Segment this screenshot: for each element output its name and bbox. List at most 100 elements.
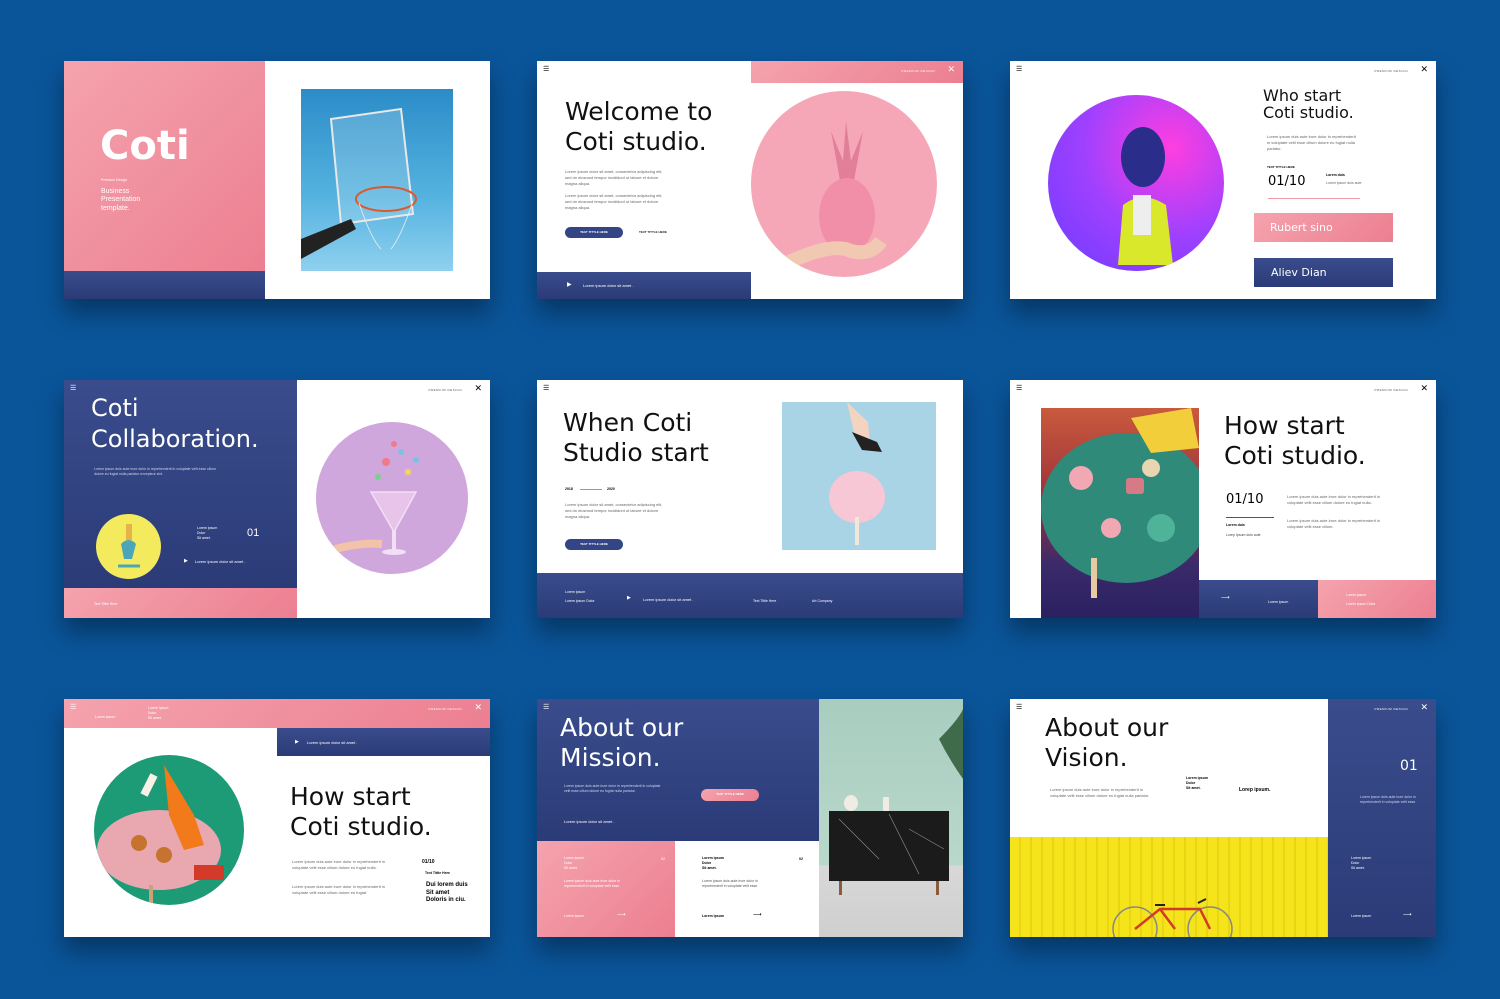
paragraph: Lorem ipsum duis aute irure dolor in rep… — [1267, 134, 1356, 151]
cover-desc: Business Presentation template. — [101, 188, 140, 213]
title-line-1: Coti — [91, 394, 139, 422]
caption: Lorem ipsum duis aute — [1326, 181, 1362, 185]
title-line-2: Coti studio. — [1224, 441, 1366, 470]
title-line-2: Studio start — [563, 438, 709, 467]
play-icon[interactable]: ▶ — [295, 739, 299, 745]
card1-footer: Lorem ipsum — [564, 914, 585, 918]
play-icon[interactable]: ▶ — [627, 595, 631, 601]
paragraph-2: Lorem ipsum dolor sit amet, consectetur … — [565, 193, 663, 210]
paragraph-2: Lorem ipsum duis aute irure dolor in rep… — [1287, 518, 1380, 529]
slide-title: About our Mission. — [560, 713, 683, 773]
close-icon[interactable]: ✕ — [947, 65, 955, 74]
footer-text-1: Lorem ipsum — [1268, 600, 1289, 604]
pink-button[interactable]: TEXT TITTLE HERE — [701, 789, 759, 801]
line-text: Lorem ipsum dolor sit amet . — [564, 819, 615, 824]
arrow-right-icon[interactable]: ⟶ — [1403, 911, 1412, 918]
paragraph-1: Lorem ipsum dolor sit amet, consectetur … — [565, 169, 663, 186]
bold-stack: Dui lorem duis Sit amet Doloris in ciu. — [426, 882, 468, 905]
card2-stack: Lorem ipsum Dolor Sit amet. — [702, 856, 724, 871]
paragraph: Lorem ipsum duis aute irure dolor in rep… — [1287, 494, 1380, 505]
right-stack: Lorem ipsum Dolor Sit amet. — [1351, 856, 1371, 871]
slide-4-collaboration[interactable]: ☰ PREMIUM DESIGN ✕ Coti Collaboration. L… — [64, 380, 490, 618]
paragraph: Lorem ipsum duis aute irure dolor in rep… — [564, 784, 661, 793]
slide-title: How start Coti studio. — [1224, 411, 1366, 471]
footer-text: Text Tittle Here — [94, 602, 118, 606]
slide-2-welcome[interactable]: ☰ PREMIUM DESIGN ✕ Welcome to Coti studi… — [537, 61, 963, 299]
divider — [1268, 198, 1360, 199]
menu-icon[interactable]: ☰ — [543, 66, 549, 73]
brand-label: PREMIUM DESIGN — [901, 69, 935, 73]
paragraph-1: Lorem ipsum duis aute irure dolor in rep… — [292, 859, 385, 870]
slide-1-cover[interactable]: Coti Premium Design Business Presentatio… — [64, 61, 490, 299]
label-2: Lorep Ipsum duis aute — [1226, 533, 1261, 537]
play-icon[interactable]: ▶ — [567, 281, 572, 288]
slide-7-how-start-2[interactable]: ☰ Lorem ipsum Lorem Ipsum Dolor Sit amet… — [64, 699, 490, 937]
title-line-2: Mission. — [560, 743, 661, 772]
brand-label: PREMIUM DESIGN — [428, 388, 462, 392]
slide-8-mission[interactable]: ☰ PREMIUM DESIGN ✕ About our Mission. Lo… — [537, 699, 963, 937]
slide-title: When Coti Studio start — [563, 408, 709, 468]
slide-5-when-start[interactable]: ☰ When Coti Studio start 2018 2020 Lorem… — [537, 380, 963, 618]
footer-label-1: Lorem ipsum — [565, 590, 586, 594]
menu-icon[interactable]: ☰ — [1016, 385, 1022, 392]
title-line-1: When Coti — [563, 408, 693, 437]
bold-label: Lorep ipsum. — [1239, 787, 1271, 793]
brand-label: PREMIUM DESIGN — [428, 707, 462, 711]
title-line-2: Coti studio. — [565, 127, 707, 156]
close-icon[interactable]: ✕ — [1420, 65, 1428, 74]
arrow-right-icon[interactable]: ⟶ — [753, 911, 762, 918]
close-icon[interactable]: ✕ — [474, 703, 482, 712]
card2-label: Sit amet. — [702, 865, 717, 870]
cabinet-illustration — [829, 709, 963, 895]
secondary-link[interactable]: TEXT TITTLE HERE — [639, 230, 667, 234]
year-line — [580, 489, 602, 490]
close-icon[interactable]: ✕ — [1420, 703, 1428, 712]
slide-6-how-start[interactable]: ☰ PREMIUM DESIGN ✕ How start Coti studio… — [1010, 380, 1436, 618]
slide-9-vision[interactable]: ☰ About our Vision. Lorem ipsum duis aut… — [1010, 699, 1436, 937]
primary-button[interactable]: TEXT TITTLE HERE — [565, 227, 623, 238]
top-stack: Lorem Ipsum Dolor Sit amet. — [148, 706, 168, 721]
card1-paragraph: Lorem ipsum duis aute irure dolor in rep… — [564, 879, 621, 888]
cover-title: Coti — [100, 123, 190, 169]
label-1: Lorem duis — [1226, 523, 1245, 527]
footer-bar — [537, 573, 963, 618]
footer-label-3: Text Tittle Here — [753, 599, 777, 603]
label-line: Sit amet. — [1186, 785, 1201, 790]
name-button-2[interactable]: Aliev Dian — [1254, 258, 1393, 287]
menu-icon[interactable]: ☰ — [1016, 704, 1022, 711]
slide-title: Coti Collaboration. — [91, 393, 259, 454]
slide-3-who-start[interactable]: ☰ PREMIUM DESIGN ✕ Who start Coti studio… — [1010, 61, 1436, 299]
footer-pink — [1318, 580, 1436, 618]
navy-panel — [1328, 699, 1436, 937]
paragraph: Lorem ipsum dolor sit amet, consectetur … — [565, 502, 663, 519]
close-icon[interactable]: ✕ — [1420, 384, 1428, 393]
title-line-1: How start — [1224, 411, 1345, 440]
cover-subtitle: Premium Design — [101, 178, 127, 182]
basketball-hoop-image — [301, 89, 453, 271]
menu-icon[interactable]: ☰ — [70, 385, 76, 392]
label: Text Tittle Here — [425, 871, 450, 875]
bold-line: Doloris in ciu. — [426, 897, 466, 903]
bicycle-illustration — [1112, 898, 1233, 937]
title-line-1: About our — [1045, 713, 1169, 742]
right-paragraph: Lorem ipsum duis aute irure dolor in rep… — [1360, 795, 1417, 804]
arrow-right-icon[interactable]: ⟶ — [1221, 594, 1230, 601]
text-label: TEXT TITTLE HERE — [1267, 165, 1295, 169]
card1-stack: Lorem ipsum Dolor Sit amet. — [564, 856, 584, 871]
menu-icon[interactable]: ☰ — [70, 704, 76, 711]
name-button-1[interactable]: Rubert sino — [1254, 213, 1393, 242]
paragraph: Lorem ipsum duis aute irure dolor in rep… — [94, 467, 216, 476]
title-line-2: Collaboration. — [91, 424, 259, 453]
lilac-circle-image — [316, 422, 468, 574]
right-label: Sit amet. — [1351, 865, 1365, 870]
top-pink-bar — [64, 699, 490, 728]
menu-icon[interactable]: ☰ — [543, 385, 549, 392]
menu-icon[interactable]: ☰ — [1016, 66, 1022, 73]
close-icon[interactable]: ✕ — [474, 384, 482, 393]
counter: 01/10 — [422, 859, 435, 865]
arrow-right-icon[interactable]: ⟶ — [617, 911, 626, 918]
play-icon[interactable]: ▶ — [184, 558, 188, 564]
primary-button[interactable]: TEXT TITTLE HERE — [565, 539, 623, 550]
menu-icon[interactable]: ☰ — [543, 704, 549, 711]
footer-label-4: Art Company — [812, 599, 833, 603]
